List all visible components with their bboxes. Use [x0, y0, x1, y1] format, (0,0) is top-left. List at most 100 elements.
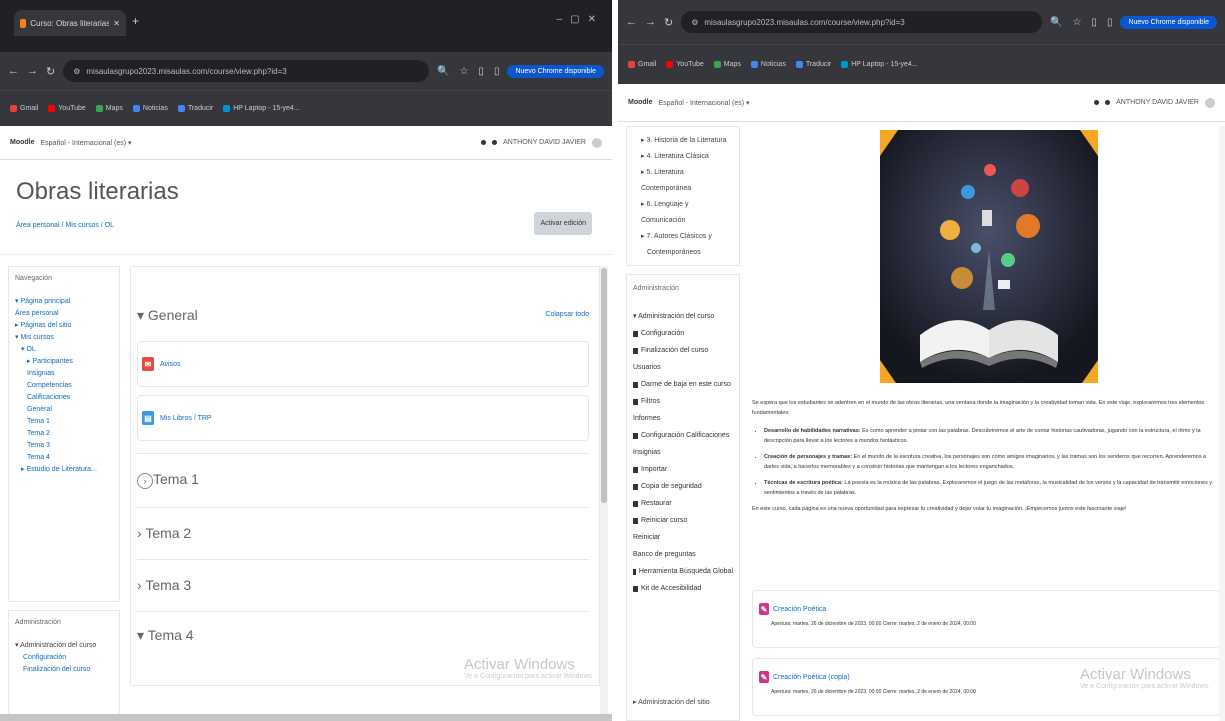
admin-item[interactable]: Configuración	[15, 652, 113, 664]
forward-icon[interactable]: →	[645, 16, 656, 28]
admin-item[interactable]: Herramienta Búsqueda Global	[633, 563, 733, 580]
admin-item[interactable]: Configuración Calificaciones	[633, 427, 733, 444]
nav-item[interactable]: ▾ Mis cursos	[15, 332, 113, 344]
admin-item[interactable]: Finalización del curso	[15, 664, 113, 676]
bookmark-translate[interactable]: Traducir	[795, 61, 831, 68]
admin-item[interactable]: Reiniciar curso	[633, 512, 733, 529]
new-tab-icon[interactable]: +	[132, 14, 139, 28]
messages-icon[interactable]	[492, 140, 498, 145]
moodle-logo[interactable]: Moodle	[628, 99, 653, 106]
notifications-icon[interactable]	[481, 140, 487, 145]
messages-icon[interactable]	[1105, 100, 1111, 105]
bookmark-maps[interactable]: Maps	[95, 105, 123, 112]
extensions-icon[interactable]: ▯	[478, 66, 484, 77]
nav-item[interactable]: Competencias	[15, 380, 113, 392]
admin-item[interactable]: Usuarios	[633, 359, 733, 376]
activity-card[interactable]: ✎ Creación Poética Apertura: martes, 26 d…	[752, 590, 1220, 648]
site-info-icon[interactable]: ⚙	[73, 67, 80, 76]
horizontal-scrollbar[interactable]	[0, 714, 612, 721]
update-chrome-button[interactable]: Nuevo Chrome disponible	[1120, 15, 1217, 29]
nav-item[interactable]: ▸ Páginas del sitio	[15, 320, 113, 332]
user-menu[interactable]: ANTHONY DAVID JAVIER	[1094, 97, 1215, 108]
bookmark-news[interactable]: Noticias	[750, 61, 786, 68]
bookmark-news[interactable]: Noticias	[132, 105, 168, 112]
admin-item[interactable]: Darme de baja en este curso	[633, 376, 733, 393]
back-icon[interactable]: ←	[8, 65, 19, 77]
nav-item[interactable]: Contemporáneos	[641, 245, 733, 261]
section-general[interactable]: ▾ General	[137, 307, 198, 324]
activity-title[interactable]: Creación Poética (copia)	[773, 674, 850, 681]
nav-item[interactable]: Tema 2	[15, 428, 113, 440]
edit-mode-button[interactable]: Activar edición	[534, 212, 592, 235]
activity-resource[interactable]: ▤ Mis Libros / TRP	[137, 395, 589, 441]
scrollbar-thumb[interactable]	[601, 268, 607, 503]
nav-item[interactable]: ▸ Estudio de Literatura...	[15, 464, 113, 476]
admin-item[interactable]: Filtros	[633, 393, 733, 410]
back-icon[interactable]: ←	[626, 16, 637, 28]
section-tema-3[interactable]: › Tema 3	[137, 577, 191, 593]
user-menu[interactable]: ANTHONY DAVID JAVIER	[481, 137, 602, 148]
star-icon[interactable]: ☆	[459, 66, 468, 77]
bookmark-gmail[interactable]: Gmail	[628, 61, 656, 68]
admin-item[interactable]: Reiniciar	[633, 529, 733, 546]
nav-item[interactable]: ▸ 4. Literatura Clásica	[641, 149, 733, 165]
site-admin-link[interactable]: ▸ Administración del sitio	[633, 698, 710, 706]
scrollbar[interactable]	[600, 266, 608, 721]
notifications-icon[interactable]	[1094, 100, 1100, 105]
activity-forum[interactable]: ✉ Avisos	[137, 341, 589, 387]
section-tema-4[interactable]: ▾ Tema 4	[137, 627, 194, 644]
close-tab-icon[interactable]: ✕	[113, 19, 120, 28]
admin-item[interactable]: Configuración	[633, 325, 733, 342]
nav-item[interactable]: General	[15, 404, 113, 416]
bookmark-youtube[interactable]: YouTube	[48, 105, 86, 112]
nav-item[interactable]: Área personal	[15, 308, 113, 320]
chevron-right-icon[interactable]: ›	[137, 473, 153, 489]
admin-item[interactable]: Importar	[633, 461, 733, 478]
bookmark-gmail[interactable]: Gmail	[10, 105, 38, 112]
reload-icon[interactable]: ↻	[664, 16, 673, 29]
bookmark-translate[interactable]: Traducir	[177, 105, 213, 112]
admin-item[interactable]: Insignias	[633, 444, 733, 461]
bookmark-maps[interactable]: Maps	[713, 61, 741, 68]
language-menu[interactable]: Español - Internacional (es) ▾	[659, 99, 750, 107]
zoom-icon[interactable]: 🔍	[1050, 17, 1062, 28]
admin-item[interactable]: ▾ Administración del curso	[633, 308, 733, 325]
site-info-icon[interactable]: ⚙	[691, 18, 698, 27]
admin-item[interactable]: Informes	[633, 410, 733, 427]
admin-item[interactable]: ▾ Administración del curso	[15, 640, 113, 652]
bookmark-hp[interactable]: HP Laptop - 15-ye4...	[841, 61, 918, 68]
sidebar-icon[interactable]: ▯	[494, 66, 500, 77]
admin-item[interactable]: Kit de Accesibilidad	[633, 580, 733, 597]
bookmark-hp[interactable]: HP Laptop - 15-ye4...	[223, 105, 300, 112]
forward-icon[interactable]: →	[27, 65, 38, 77]
avatar[interactable]	[1205, 97, 1215, 108]
nav-item[interactable]: Tema 3	[15, 440, 113, 452]
nav-item[interactable]: Insignias	[15, 368, 113, 380]
nav-item[interactable]: ▸ 6. Lenguaje y Comunicación	[641, 197, 733, 229]
nav-item[interactable]: ▸ Participantes	[15, 356, 113, 368]
nav-item[interactable]: Calificaciones	[15, 392, 113, 404]
nav-item[interactable]: Tema 1	[15, 416, 113, 428]
moodle-logo[interactable]: Moodle	[10, 139, 35, 146]
window-controls[interactable]: –▢✕	[557, 14, 604, 25]
avatar[interactable]	[592, 137, 602, 148]
breadcrumb[interactable]: Área personal / Mis cursos / OL	[16, 222, 114, 229]
section-tema-1[interactable]: › Tema 1	[137, 471, 199, 489]
reload-icon[interactable]: ↻	[46, 65, 55, 78]
address-bar[interactable]: ⚙ misaulasgrupo2023.misaulas.com/course/…	[681, 11, 1042, 33]
nav-item[interactable]: ▾ Página principal	[15, 296, 113, 308]
address-bar[interactable]: ⚙ misaulasgrupo2023.misaulas.com/course/…	[63, 60, 429, 82]
scrollbar[interactable]	[1219, 126, 1225, 721]
language-menu[interactable]: Español - Internacional (es) ▾	[41, 139, 132, 147]
browser-tab[interactable]: Curso: Obras literarias (Ed web) ✕	[14, 10, 126, 36]
nav-item[interactable]: ▾ OL	[15, 344, 113, 356]
admin-item[interactable]: Finalización del curso	[633, 342, 733, 359]
admin-item[interactable]: Restaurar	[633, 495, 733, 512]
section-tema-2[interactable]: › Tema 2	[137, 525, 191, 541]
nav-item[interactable]: ▸ 7. Autores Clásicos y	[641, 229, 733, 245]
update-chrome-button[interactable]: Nuevo Chrome disponible	[507, 64, 604, 78]
zoom-icon[interactable]: 🔍	[437, 66, 449, 77]
sidebar-icon[interactable]: ▯	[1107, 17, 1113, 28]
nav-item[interactable]: ▸ 5. Literatura Contemporánea	[641, 165, 733, 197]
admin-item[interactable]: Banco de preguntas	[633, 546, 733, 563]
